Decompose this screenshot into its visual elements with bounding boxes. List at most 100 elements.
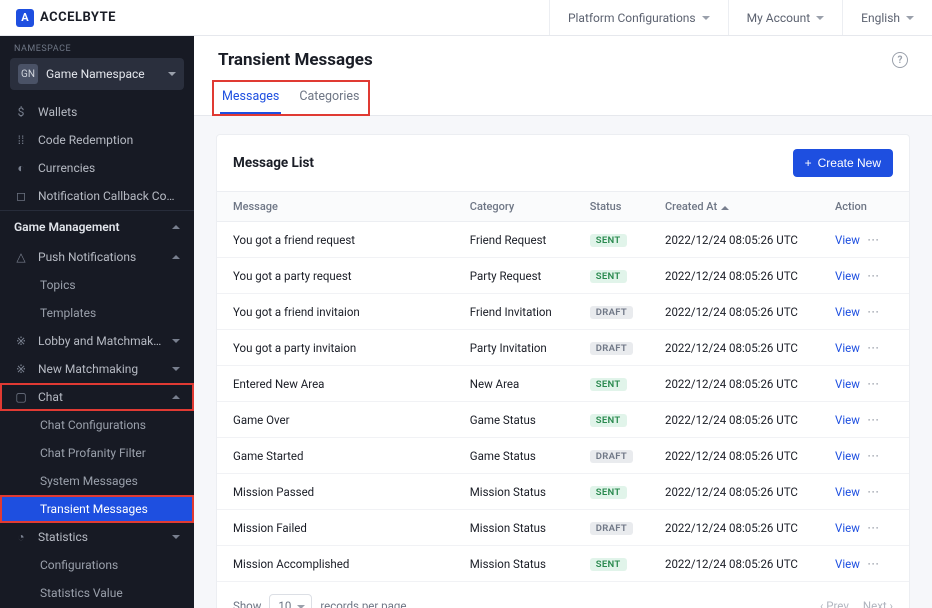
sidebar-item-push-notifications[interactable]: △Push Notifications: [0, 243, 194, 271]
sort-asc-icon: [721, 206, 729, 210]
row-menu-icon[interactable]: ···: [866, 269, 882, 283]
stats-icon: ◔: [14, 530, 28, 544]
help-icon[interactable]: ?: [892, 52, 908, 68]
sidebar-item-code-redemption[interactable]: ⁞⁞Code Redemption: [0, 126, 194, 154]
cell-action: View ···: [819, 294, 909, 330]
cell-status: SENT: [574, 366, 649, 402]
view-link[interactable]: View: [835, 341, 860, 355]
sidebar-item-notif-callback[interactable]: ◻Notification Callback Config...: [0, 182, 194, 210]
create-new-button[interactable]: +Create New: [793, 149, 893, 177]
dollar-icon: $: [14, 105, 28, 119]
cell-action: View ···: [819, 330, 909, 366]
cell-status: DRAFT: [574, 330, 649, 366]
cell-created: 2022/12/24 08:05:26 UTC: [649, 222, 819, 258]
sidebar-item-wallets[interactable]: $Wallets: [0, 98, 194, 126]
chevron-down-icon: [168, 72, 176, 76]
sidebar-section-game-management[interactable]: Game Management: [0, 210, 194, 243]
view-link[interactable]: View: [835, 521, 860, 535]
lobby-icon: ※: [14, 334, 28, 348]
tab-categories[interactable]: Categories: [297, 84, 361, 114]
page-size-select[interactable]: 10: [269, 594, 312, 608]
row-menu-icon[interactable]: ···: [866, 449, 882, 463]
cell-created: 2022/12/24 08:05:26 UTC: [649, 330, 819, 366]
row-menu-icon[interactable]: ···: [866, 377, 882, 391]
status-badge: DRAFT: [590, 450, 633, 463]
cell-action: View ···: [819, 546, 909, 582]
view-link[interactable]: View: [835, 485, 860, 499]
row-menu-icon[interactable]: ···: [866, 413, 882, 427]
cell-created: 2022/12/24 08:05:26 UTC: [649, 258, 819, 294]
sidebar-item-transient-messages[interactable]: Transient Messages: [0, 495, 194, 523]
cell-action: View ···: [819, 222, 909, 258]
sidebar-item-system-messages[interactable]: System Messages: [0, 467, 194, 495]
chevron-up-icon: [172, 225, 180, 229]
chevron-up-icon: [172, 255, 180, 259]
row-menu-icon[interactable]: ···: [866, 521, 882, 535]
cell-message: You got a friend invitaion: [217, 294, 454, 330]
row-menu-icon[interactable]: ···: [866, 341, 882, 355]
cell-status: SENT: [574, 222, 649, 258]
nav-platform-configurations[interactable]: Platform Configurations: [549, 0, 728, 35]
cell-message: Mission Failed: [217, 510, 454, 546]
barcode-icon: ⁞⁞: [14, 133, 28, 147]
sidebar-item-stats-configurations[interactable]: Configurations: [0, 551, 194, 579]
sidebar-item-statistics[interactable]: ◔Statistics: [0, 523, 194, 551]
show-label: Show: [233, 599, 261, 608]
view-link[interactable]: View: [835, 413, 860, 427]
next-page[interactable]: Next ›: [863, 599, 893, 608]
table-row: You got a party requestParty RequestSENT…: [217, 258, 909, 294]
chevron-down-icon: [816, 16, 824, 20]
col-category: Category: [454, 192, 574, 222]
sidebar-item-currencies[interactable]: ◐Currencies: [0, 154, 194, 182]
cell-category: New Area: [454, 366, 574, 402]
namespace-selector[interactable]: GN Game Namespace: [10, 58, 184, 90]
sidebar-item-chat-configurations[interactable]: Chat Configurations: [0, 411, 194, 439]
view-link[interactable]: View: [835, 269, 860, 283]
topbar: A ACCELBYTE Platform Configurations My A…: [0, 0, 932, 36]
table-row: Game StartedGame StatusDRAFT2022/12/24 0…: [217, 438, 909, 474]
view-link[interactable]: View: [835, 449, 860, 463]
cell-created: 2022/12/24 08:05:26 UTC: [649, 510, 819, 546]
view-link[interactable]: View: [835, 233, 860, 247]
message-list-card: Message List +Create New Message Categor…: [216, 134, 910, 608]
prev-page[interactable]: ‹ Prev: [820, 599, 849, 608]
row-menu-icon[interactable]: ···: [866, 233, 882, 247]
cell-created: 2022/12/24 08:05:26 UTC: [649, 402, 819, 438]
matchmaking-icon: ※: [14, 362, 28, 376]
view-link[interactable]: View: [835, 377, 860, 391]
sidebar-item-topics[interactable]: Topics: [0, 271, 194, 299]
sidebar-item-lobby-matchmaking[interactable]: ※Lobby and Matchmaking: [0, 327, 194, 355]
cell-category: Friend Invitation: [454, 294, 574, 330]
sidebar-item-templates[interactable]: Templates: [0, 299, 194, 327]
sidebar-item-statistics-value[interactable]: Statistics Value: [0, 579, 194, 607]
sidebar-item-chat-profanity-filter[interactable]: Chat Profanity Filter: [0, 439, 194, 467]
tab-messages[interactable]: Messages: [220, 84, 281, 114]
records-label: records per page: [320, 599, 406, 608]
view-link[interactable]: View: [835, 557, 860, 571]
table-row: Mission FailedMission StatusDRAFT2022/12…: [217, 510, 909, 546]
row-menu-icon[interactable]: ···: [866, 485, 882, 499]
cell-category: Game Status: [454, 438, 574, 474]
row-menu-icon[interactable]: ···: [866, 557, 882, 571]
cell-category: Mission Status: [454, 510, 574, 546]
nav-language[interactable]: English: [842, 0, 932, 35]
message-table: Message Category Status Created At Actio…: [217, 191, 909, 581]
table-row: Game OverGame StatusSENT2022/12/24 08:05…: [217, 402, 909, 438]
row-menu-icon[interactable]: ···: [866, 305, 882, 319]
cell-message: You got a party request: [217, 258, 454, 294]
sidebar-item-new-matchmaking[interactable]: ※New Matchmaking: [0, 355, 194, 383]
cell-message: Entered New Area: [217, 366, 454, 402]
status-badge: SENT: [590, 486, 627, 499]
cell-category: Party Invitation: [454, 330, 574, 366]
cell-status: SENT: [574, 546, 649, 582]
col-action: Action: [819, 192, 909, 222]
cell-created: 2022/12/24 08:05:26 UTC: [649, 546, 819, 582]
sidebar-item-chat[interactable]: ▢Chat: [0, 383, 194, 411]
table-row: You got a friend invitaionFriend Invitat…: [217, 294, 909, 330]
view-link[interactable]: View: [835, 305, 860, 319]
status-badge: DRAFT: [590, 342, 633, 355]
status-badge: DRAFT: [590, 306, 633, 319]
col-created-at[interactable]: Created At: [649, 192, 819, 222]
cell-action: View ···: [819, 438, 909, 474]
nav-my-account[interactable]: My Account: [728, 0, 843, 35]
